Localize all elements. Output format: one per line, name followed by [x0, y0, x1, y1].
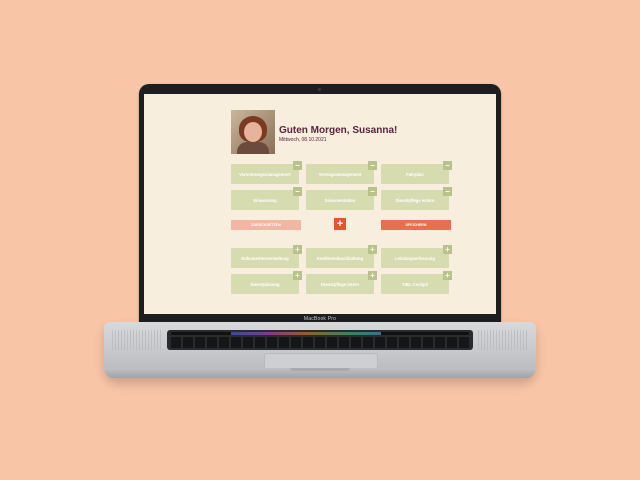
add-button[interactable]: +	[334, 218, 346, 230]
tile-dokumentenverwaltung[interactable]: Dokumentenverwaltung +	[231, 245, 302, 268]
reset-button[interactable]: ZURÜCKSETZEN	[231, 220, 301, 230]
tile-fahrplan[interactable]: Fahrplan −	[381, 161, 452, 184]
save-button[interactable]: SPEICHERN	[381, 220, 451, 230]
touch-bar	[171, 332, 469, 335]
tile-label: Dokumentenverwaltung	[241, 255, 289, 261]
tile-tibl-cockpit[interactable]: TIBL-Cockpit +	[381, 271, 452, 294]
tile-dokumentation[interactable]: Dokumentation −	[306, 187, 377, 210]
screen: Guten Morgen, Susanna! Mittwoch, 08.10.2…	[144, 94, 496, 314]
tile-vertragsmanagement[interactable]: Vertragsmanagement −	[306, 161, 377, 184]
remove-icon[interactable]: −	[368, 161, 377, 170]
add-icon[interactable]: +	[443, 245, 452, 254]
tile-leistungserfassung[interactable]: Leistungserfassung +	[381, 245, 452, 268]
tile-label: Einweisung	[253, 197, 277, 203]
tile-kreditorenbuchhaltung[interactable]: Kreditorenbuchhaltung +	[306, 245, 377, 268]
lid-notch	[290, 368, 350, 371]
tile-dienstplanung[interactable]: Dienstplanung +	[231, 271, 302, 294]
camera-icon	[318, 88, 321, 91]
trackpad	[264, 353, 378, 369]
greeting-title: Guten Morgen, Susanna!	[279, 125, 398, 136]
laptop: Guten Morgen, Susanna! Mittwoch, 08.10.2…	[0, 0, 640, 480]
tile-dienstpflege-intern[interactable]: Dienstpflege intern +	[306, 271, 377, 294]
avatar	[231, 110, 275, 154]
tile-label: Fahrplan	[406, 171, 424, 177]
remove-icon[interactable]: −	[293, 161, 302, 170]
add-icon[interactable]: +	[368, 245, 377, 254]
laptop-lid: Guten Morgen, Susanna! Mittwoch, 08.10.2…	[139, 84, 501, 326]
remove-icon[interactable]: −	[293, 187, 302, 196]
tile-label: Verordnungsmanagement	[239, 171, 291, 177]
tile-label: Vertragsmanagement	[318, 171, 362, 177]
remove-icon[interactable]: −	[443, 161, 452, 170]
tile-label: Dienstpflege extern	[395, 197, 435, 203]
remove-icon[interactable]: −	[443, 187, 452, 196]
date-label: Mittwoch, 08.10.2021	[279, 137, 327, 143]
remove-icon[interactable]: −	[368, 187, 377, 196]
tile-einweisung[interactable]: Einweisung −	[231, 187, 302, 210]
tile-dienstpflege-extern[interactable]: Dienstpflege extern −	[381, 187, 452, 210]
add-icon[interactable]: +	[293, 271, 302, 280]
add-icon[interactable]: +	[293, 245, 302, 254]
tile-label: Leistungserfassung	[395, 255, 435, 261]
laptop-base	[104, 322, 536, 378]
tile-label: Kreditorenbuchhaltung	[316, 255, 364, 261]
add-icon[interactable]: +	[368, 271, 377, 280]
tile-label: Dokumentation	[324, 197, 356, 203]
key-rows	[171, 337, 469, 348]
speaker-grill	[112, 330, 162, 350]
speaker-grill	[478, 330, 528, 350]
keyboard	[167, 330, 473, 350]
tile-label: TIBL-Cockpit	[401, 281, 429, 287]
tile-verordnungsmanagement[interactable]: Verordnungsmanagement −	[231, 161, 302, 184]
add-icon[interactable]: +	[443, 271, 452, 280]
tile-label: Dienstplanung	[250, 281, 280, 287]
tile-label: Dienstpflege intern	[321, 281, 359, 287]
